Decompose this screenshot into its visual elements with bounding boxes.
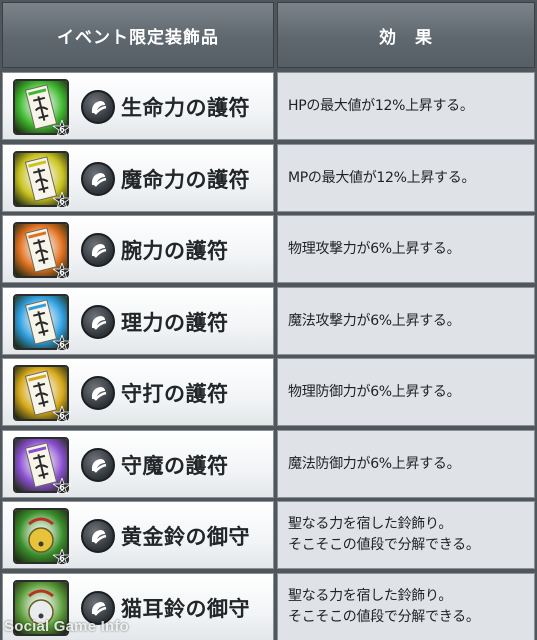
header-item-column: イベント限定装飾品 [2, 2, 274, 68]
category-badge-icon [81, 519, 115, 553]
item-name: 守魔の護符 [121, 454, 229, 478]
item-effect-cell: 物理攻撃力が6%上昇する。 [277, 215, 535, 283]
item-effect-cell: 聖なる力を宿した鈴飾り。 そこそこの値段で分解できる。 [277, 573, 535, 640]
level-number: 6 [59, 483, 65, 492]
level-number: 6 [59, 268, 65, 277]
item-effect: MPの最大値が12%上昇する。 [288, 169, 476, 186]
table-row: 6 理力の護符 魔法攻撃力が6%上昇する。 [0, 287, 537, 355]
item-effect-cell: 聖なる力を宿した鈴飾り。 そこそこの値段で分解できる。 [277, 501, 535, 569]
level-star-icon: 6 [51, 261, 73, 281]
item-effect-cell: HPの最大値が12%上昇する。 [277, 72, 535, 140]
item-name: 理力の護符 [121, 311, 229, 335]
item-name: 生命力の護符 [121, 96, 250, 120]
table-row: 6 腕力の護符 物理攻撃力が6%上昇する。 [0, 215, 537, 283]
watermark: Social Game Info [4, 618, 129, 635]
level-star-icon: 6 [51, 333, 73, 353]
item-effect: 聖なる力を宿した鈴飾り。 そこそこの値段で分解できる。 [288, 588, 480, 625]
level-star-icon: 6 [51, 190, 73, 210]
level-number: 6 [59, 197, 65, 206]
table-row: 6 生命力の護符 HPの最大値が12%上昇する。 [0, 72, 537, 140]
item-name: 守打の護符 [121, 382, 229, 406]
item-name: 黄金鈴の御守 [121, 525, 250, 549]
category-badge-icon [81, 305, 115, 339]
item-name-cell: 6 黄金鈴の御守 [2, 501, 274, 569]
item-name: 腕力の護符 [121, 239, 229, 263]
item-effect: 魔法防御力が6%上昇する。 [288, 455, 461, 472]
category-badge-icon [81, 162, 115, 196]
item-name-cell: 6 守打の護符 [2, 358, 274, 426]
level-number: 6 [59, 125, 65, 134]
category-badge-icon [81, 90, 115, 124]
level-star-icon: 6 [51, 118, 73, 138]
table-row: 6 魔命力の護符 MPの最大値が12%上昇する。 [0, 144, 537, 212]
item-name: 魔命力の護符 [121, 168, 250, 192]
header-effect-column: 効 果 [277, 2, 535, 68]
table-row: 6 黄金鈴の御守 聖なる力を宿した鈴飾り。 そこそこの値段で分解できる。 [0, 501, 537, 569]
table-row: 6 守打の護符 物理防御力が6%上昇する。 [0, 358, 537, 426]
table-row: 6 守魔の護符 魔法防御力が6%上昇する。 [0, 430, 537, 498]
category-badge-icon [81, 376, 115, 410]
item-effect-cell: 物理防御力が6%上昇する。 [277, 358, 535, 426]
item-name-cell: 6 腕力の護符 [2, 215, 274, 283]
item-effect: HPの最大値が12%上昇する。 [288, 97, 474, 114]
category-badge-icon [81, 448, 115, 482]
level-star-icon: 6 [51, 476, 73, 496]
item-effect: 聖なる力を宿した鈴飾り。 そこそこの値段で分解できる。 [288, 516, 480, 553]
item-effect: 物理防御力が6%上昇する。 [288, 383, 461, 400]
item-name-cell: 6 魔命力の護符 [2, 144, 274, 212]
item-name-cell: 6 守魔の護符 [2, 430, 274, 498]
item-name-cell: 6 生命力の護符 [2, 72, 274, 140]
accessory-table: イベント限定装飾品 効 果 6 生命力の護符 HPの最大値が12%上昇する。 6 魔命力… [0, 0, 537, 640]
table-header: イベント限定装飾品 効 果 [0, 0, 537, 70]
level-number: 6 [59, 340, 65, 349]
level-number: 6 [59, 554, 65, 563]
level-number: 6 [59, 411, 65, 420]
level-star-icon: 6 [51, 404, 73, 424]
item-effect: 魔法攻撃力が6%上昇する。 [288, 312, 461, 329]
item-effect-cell: 魔法攻撃力が6%上昇する。 [277, 287, 535, 355]
item-name: 猫耳鈴の御守 [121, 597, 250, 621]
item-effect-cell: 魔法防御力が6%上昇する。 [277, 430, 535, 498]
item-name-cell: 6 理力の護符 [2, 287, 274, 355]
category-badge-icon [81, 233, 115, 267]
level-star-icon: 6 [51, 547, 73, 567]
item-effect: 物理攻撃力が6%上昇する。 [288, 240, 461, 257]
item-effect-cell: MPの最大値が12%上昇する。 [277, 144, 535, 212]
